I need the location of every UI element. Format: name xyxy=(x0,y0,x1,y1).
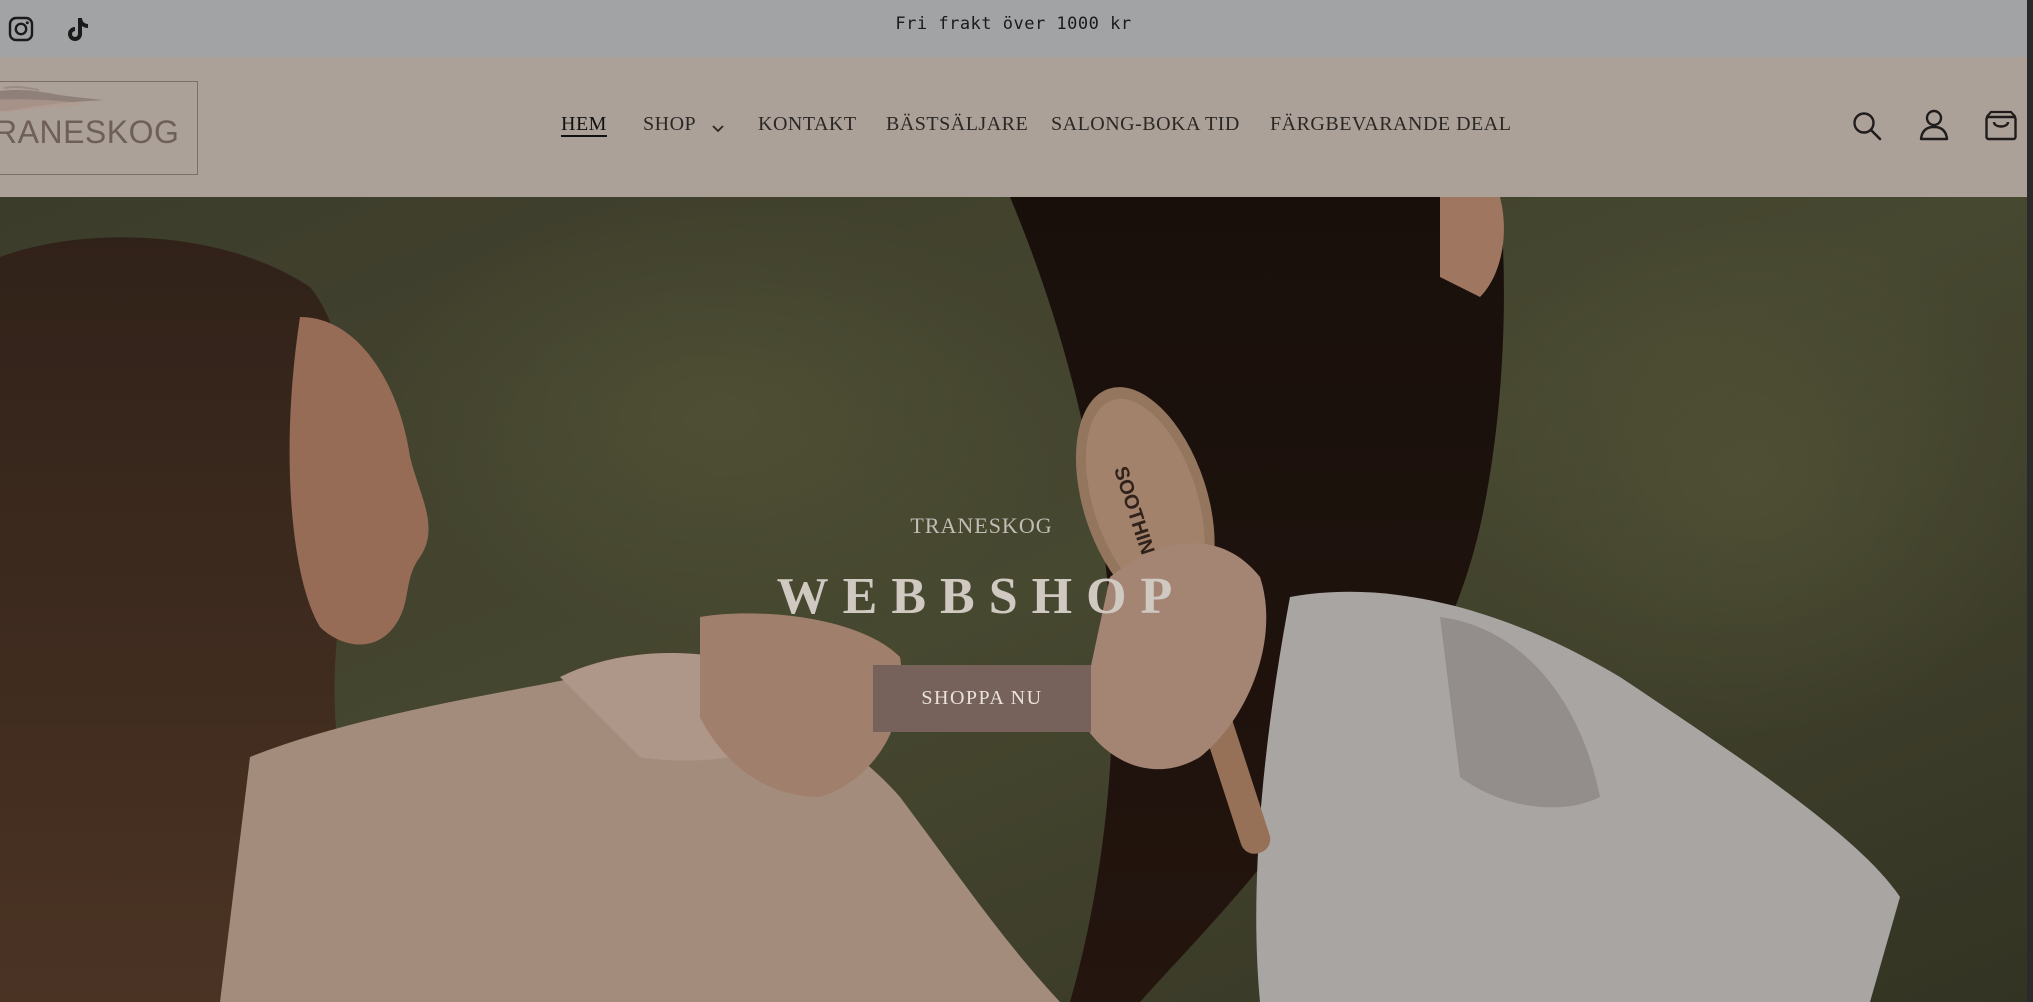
hero-banner: SOOTHING BAD TRANESKOG WEBBSHOP SHOPPA N… xyxy=(0,197,2027,1002)
logo[interactable]: RANESKOG xyxy=(0,81,198,175)
nav-item-shop-label: SHOP xyxy=(643,113,697,135)
nav-item-shop[interactable]: SHOP xyxy=(643,113,724,136)
nav-item-hem[interactable]: HEM xyxy=(561,113,607,136)
logo-text: RANESKOG xyxy=(0,114,180,150)
nav-item-kontakt[interactable]: KONTAKT xyxy=(758,113,857,136)
page: Fri frakt över 1000 kr RANESKOG HEM SHOP… xyxy=(0,0,2027,1002)
search-icon[interactable] xyxy=(1849,108,1885,144)
announcement-bar: Fri frakt över 1000 kr xyxy=(0,0,2027,57)
nav-item-salong-boka-tid[interactable]: SALONG-BOKA TID xyxy=(1051,113,1240,136)
cart-icon[interactable] xyxy=(1983,107,2019,143)
shop-now-button[interactable]: SHOPPA NU xyxy=(873,665,1091,732)
announcement-text: Fri frakt över 1000 kr xyxy=(895,14,1132,34)
nav-item-fargbevarande-deal[interactable]: FÄRGBEVARANDE DEAL xyxy=(1270,113,1511,136)
hero-title: WEBBSHOP xyxy=(776,568,1187,625)
site-header: RANESKOG HEM SHOP KONTAKT BÄSTSÄLJARE SA… xyxy=(0,57,2027,197)
chevron-down-icon xyxy=(712,125,724,133)
hero-content: TRANESKOG WEBBSHOP SHOPPA NU xyxy=(0,197,2027,1002)
hero-eyebrow: TRANESKOG xyxy=(910,513,1053,538)
account-icon[interactable] xyxy=(1916,107,1952,143)
logo-brush-stroke xyxy=(0,85,104,114)
nav-item-bastsaljare[interactable]: BÄSTSÄLJARE xyxy=(886,113,1028,136)
